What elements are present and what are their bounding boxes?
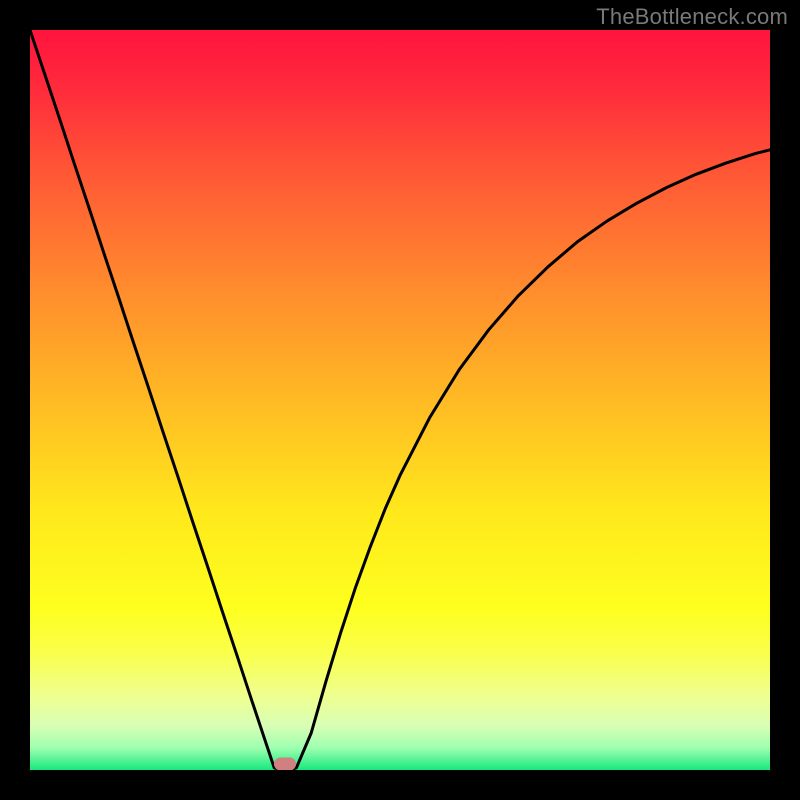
bottleneck-curve: [30, 30, 770, 770]
plot-area: [30, 30, 770, 770]
optimal-marker: [274, 758, 296, 771]
chart-frame: TheBottleneck.com: [0, 0, 800, 800]
watermark-text: TheBottleneck.com: [596, 4, 788, 30]
